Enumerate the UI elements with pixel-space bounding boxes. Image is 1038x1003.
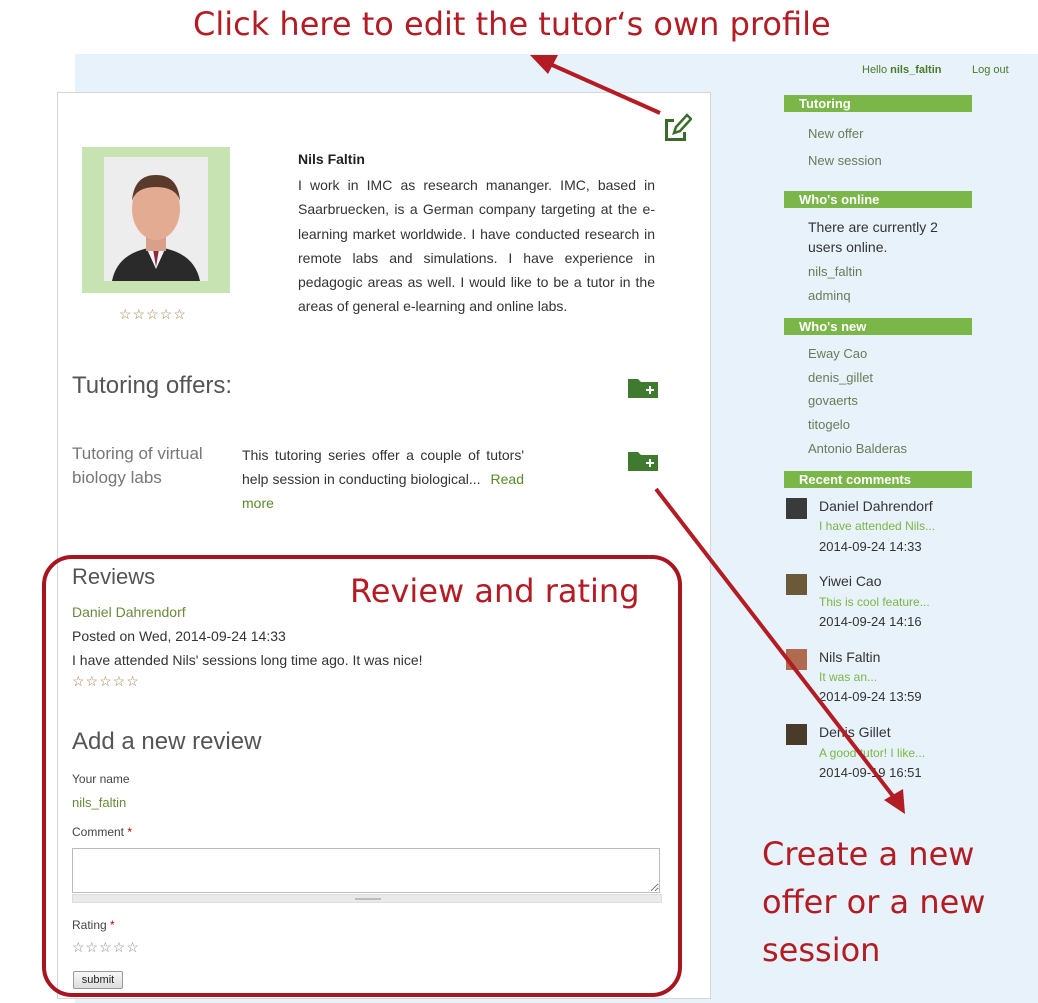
arrow-to-edit-icon <box>540 58 661 115</box>
arrow-to-create-note <box>654 487 898 802</box>
annotation-arrows <box>530 55 905 814</box>
arrowhead-create <box>884 789 905 814</box>
